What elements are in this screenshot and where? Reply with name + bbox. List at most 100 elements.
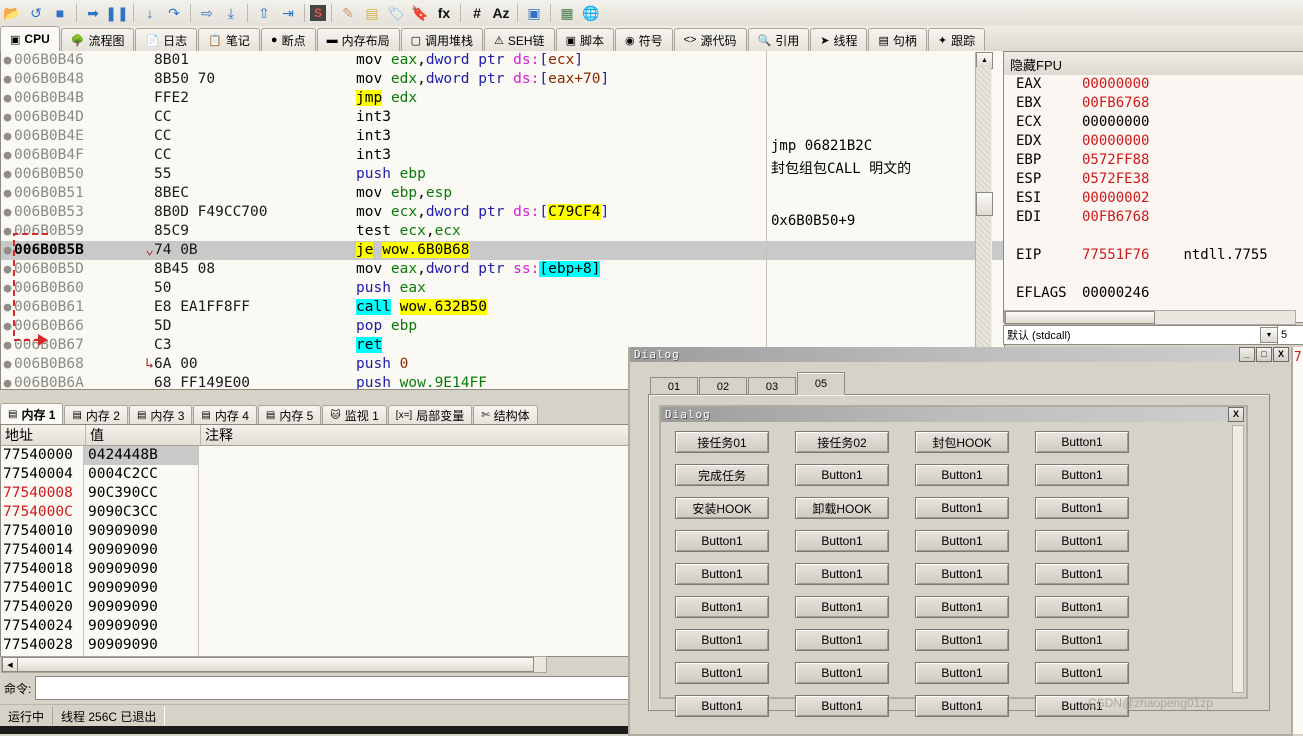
disassembly-row[interactable]: ● 006B0B4B FFE2 jmp edx (1, 89, 1004, 108)
dialog-button[interactable]: 安装HOOK (675, 497, 769, 519)
registers-pane[interactable]: EAX 00000000 EBX 00FB6768 ECX 00000000 EDX 0000… (1003, 75, 1303, 323)
calling-convention-select[interactable]: 默认 (stdcall) ▼ (1003, 325, 1280, 345)
hash-icon[interactable]: # (466, 2, 488, 24)
memory-row[interactable]: 77540020 90909090 (1, 598, 631, 617)
label-icon[interactable]: 🔖 (409, 2, 431, 24)
attach-icon[interactable]: ▣ (523, 2, 545, 24)
restart-icon[interactable]: ↺ (25, 2, 47, 24)
dialog-tab-03[interactable]: 03 (748, 377, 796, 395)
register-row[interactable]: ESP 0572FE38 (1004, 170, 1303, 189)
tab-CPU[interactable]: ▣ CPU (0, 26, 60, 51)
close-button[interactable]: X (1273, 347, 1289, 362)
tab-断点[interactable]: ● 断点 (260, 28, 316, 51)
memory-tab-监视1[interactable]: 🐱 监视 1 (322, 405, 387, 425)
memory-row[interactable]: 77540018 90909090 (1, 560, 631, 579)
dialog-button[interactable]: Button1 (1035, 662, 1129, 684)
tab-内存布局[interactable]: ▬ 内存布局 (316, 28, 400, 51)
memory-row[interactable]: 7754001C 90909090 (1, 579, 631, 598)
memory-row[interactable]: 77540014 90909090 (1, 541, 631, 560)
breakpoint-toggle-icon[interactable]: ● (1, 127, 14, 146)
close-button[interactable]: X (1228, 407, 1244, 422)
dialog-button[interactable]: Button1 (1035, 497, 1129, 519)
step-over-icon[interactable]: ↷ (163, 2, 185, 24)
memory-tab-局部变量[interactable]: [x=] 局部变量 (387, 405, 473, 425)
step-down-icon[interactable]: ⤓ (220, 2, 242, 24)
dialog-button[interactable]: Button1 (795, 596, 889, 618)
scrollbar-thumb[interactable] (17, 657, 534, 672)
log-icon[interactable]: ▤ (361, 2, 383, 24)
calculator-icon[interactable]: ▦ (556, 2, 578, 24)
memory-tab-内存1[interactable]: ▤ 内存 1 (0, 403, 64, 425)
memory-row[interactable]: 7754000C 9090C3CC (1, 503, 631, 522)
run-to-icon[interactable]: ⇨ (196, 2, 218, 24)
font-icon[interactable]: Az (490, 2, 512, 24)
globe-icon[interactable]: 🌐 (580, 2, 602, 24)
dialog-button[interactable]: Button1 (795, 530, 889, 552)
memory-tab-内存2[interactable]: ▤ 内存 2 (64, 405, 128, 425)
disassembly-vertical-scrollbar[interactable]: ▲ (975, 52, 993, 388)
register-row[interactable]: ECX 00000000 (1004, 113, 1303, 132)
tab-引用[interactable]: 🔍 引用 (747, 28, 810, 51)
memory-row[interactable]: 77540028 90909090 (1, 636, 631, 655)
tab-流程图[interactable]: 🌳 流程图 (60, 28, 135, 51)
dialog-button[interactable]: Button1 (1035, 530, 1129, 552)
command-input[interactable] (35, 676, 640, 700)
disassembly-row[interactable]: ● 006B0B5D 8B45 08 mov eax,dword ptr ss:[eb… (1, 260, 1004, 279)
dialog-button[interactable]: Button1 (915, 497, 1009, 519)
disassembly-row[interactable]: ● 006B0B51 8BEC mov ebp,esp (1, 184, 1004, 203)
register-row[interactable]: EFLAGS 00000246 (1004, 284, 1303, 303)
dialog-button[interactable]: Button1 (915, 464, 1009, 486)
disassembly-pane[interactable]: ● 006B0B46 8B01 mov eax,dword ptr ds:[ecx] ●… (0, 51, 1005, 390)
scrollbar-track[interactable] (976, 67, 991, 388)
register-row[interactable]: ESI 00000002 (1004, 189, 1303, 208)
comment-icon[interactable]: 🏷 (385, 2, 407, 24)
breakpoint-toggle-icon[interactable]: ● (1, 222, 14, 241)
tab-SEH链[interactable]: ⚠ SEH链 (484, 28, 555, 51)
dialog-button[interactable]: Button1 (1035, 629, 1129, 651)
dialog-button[interactable]: Button1 (675, 662, 769, 684)
memory-row[interactable]: 77540000 0424448B (1, 446, 631, 465)
dialog-window-inner[interactable]: Dialog X 接任务01 接任务02 封包HOOK Button1 完成任务 Butt… (659, 405, 1248, 717)
memory-column-header[interactable]: 注释 (201, 425, 631, 445)
function-icon[interactable]: fx (433, 2, 455, 24)
breakpoint-toggle-icon[interactable]: ● (1, 203, 14, 222)
breakpoint-toggle-icon[interactable]: ● (1, 355, 14, 374)
memory-row[interactable]: 77540010 90909090 (1, 522, 631, 541)
open-file-icon[interactable]: 📂 (1, 2, 23, 24)
dialog-button[interactable]: Button1 (675, 563, 769, 585)
dialog-button[interactable]: Button1 (915, 695, 1009, 717)
tab-符号[interactable]: ◉ 符号 (615, 28, 673, 51)
memory-row[interactable]: 77540004 0004C2CC (1, 465, 631, 484)
disassembly-row[interactable]: ● 006B0B66 5D pop ebp (1, 317, 1004, 336)
maximize-button[interactable]: □ (1256, 347, 1272, 362)
dialog-button[interactable]: Button1 (915, 629, 1009, 651)
dialog-tab-02[interactable]: 02 (699, 377, 747, 395)
dialog-button[interactable]: 接任务01 (675, 431, 769, 453)
dialog-button[interactable]: Button1 (1035, 563, 1129, 585)
tab-跟踪[interactable]: ✦ 跟踪 (927, 28, 986, 51)
dialog-button[interactable]: Button1 (675, 695, 769, 717)
breakpoint-toggle-icon[interactable]: ● (1, 51, 14, 70)
memory-dump-pane[interactable]: 地址值注释 77540000 0424448B 77540004 0004C2CC 77… (0, 424, 632, 657)
chevron-down-icon[interactable]: ▼ (1260, 327, 1278, 343)
memory-row[interactable]: 77540008 90C390CC (1, 484, 631, 503)
disassembly-row[interactable]: ● 006B0B4D CC int3 (1, 108, 1004, 127)
memory-column-header[interactable]: 地址 (1, 425, 86, 445)
dialog-button[interactable]: Button1 (675, 629, 769, 651)
breakpoint-toggle-icon[interactable]: ● (1, 241, 14, 260)
dialog-button[interactable]: Button1 (915, 596, 1009, 618)
pause-icon[interactable]: ❚❚ (105, 2, 128, 24)
dialog-tab-01[interactable]: 01 (650, 377, 698, 395)
disassembly-row[interactable]: ● 006B0B46 8B01 mov eax,dword ptr ds:[ecx] (1, 51, 1004, 70)
dialog-window-outer[interactable]: Dialog _ □ X 01 02 03 05 Dialog X 接任务01 接任务0… (628, 347, 1293, 736)
dialog-tab-05[interactable]: 05 (797, 372, 845, 395)
register-row[interactable]: EBP 0572FF88 (1004, 151, 1303, 170)
breakpoint-toggle-icon[interactable]: ● (1, 184, 14, 203)
scrollbar-thumb[interactable] (976, 192, 993, 216)
disassembly-row[interactable]: ● 006B0B5B ⌄74 0B je wow.6B0B68 (1, 241, 1004, 260)
step-into-icon[interactable]: ↓ (139, 2, 161, 24)
dialog-button[interactable]: Button1 (795, 662, 889, 684)
breakpoint-toggle-icon[interactable]: ● (1, 146, 14, 165)
dialog-button[interactable]: Button1 (915, 662, 1009, 684)
breakpoint-toggle-icon[interactable]: ● (1, 298, 14, 317)
